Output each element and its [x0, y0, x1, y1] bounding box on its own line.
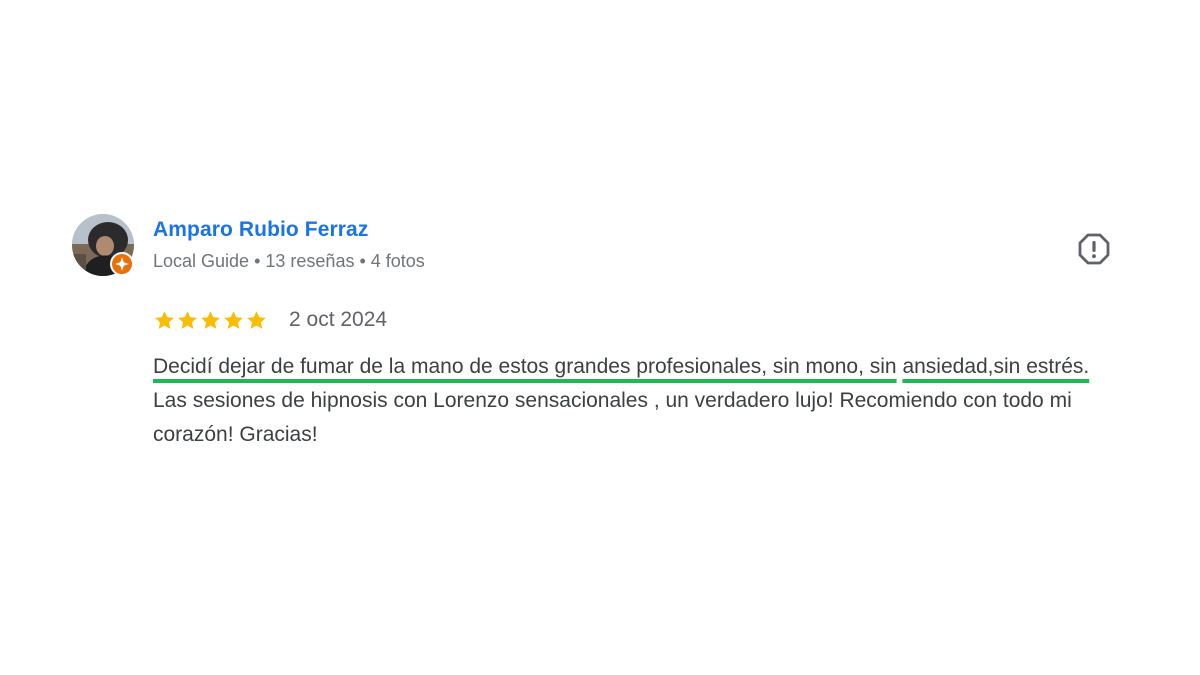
star-icon: [178, 310, 197, 329]
star-rating: [153, 309, 268, 332]
avatar[interactable]: [72, 214, 134, 276]
reviews-count: 13 reseñas: [265, 251, 355, 271]
review-date: 2 oct 2024: [289, 308, 388, 331]
star-icon: [247, 310, 266, 329]
highlighted-text-line-2: ansiedad,sin estrés.: [902, 355, 1090, 378]
author-meta: Local Guide • 13 reseñas • 4 fotos: [153, 251, 425, 272]
review-text-rest: Las sesiones de hipnosis con Lorenzo sen…: [153, 389, 1072, 446]
star-icon: [224, 310, 243, 329]
star-icon: [201, 310, 220, 329]
author-name-link[interactable]: Amparo Rubio Ferraz: [153, 218, 368, 242]
rating-row: 2 oct 2024: [153, 306, 387, 334]
report-exclamation-icon[interactable]: [1077, 232, 1111, 266]
review-text: Decidí dejar de fumar de la mano de esto…: [153, 350, 1128, 452]
review-card: Amparo Rubio Ferraz Local Guide • 13 reseñ…: [72, 214, 1128, 464]
photos-count: 4 fotos: [370, 251, 425, 271]
local-guide-star-icon: [110, 252, 134, 276]
meta-separator: •: [254, 251, 261, 271]
highlighted-text-line-1: Decidí dejar de fumar de la mano de esto…: [153, 355, 897, 378]
meta-separator: •: [359, 251, 366, 271]
local-guide-label: Local Guide: [153, 251, 250, 271]
star-icon: [155, 310, 174, 329]
